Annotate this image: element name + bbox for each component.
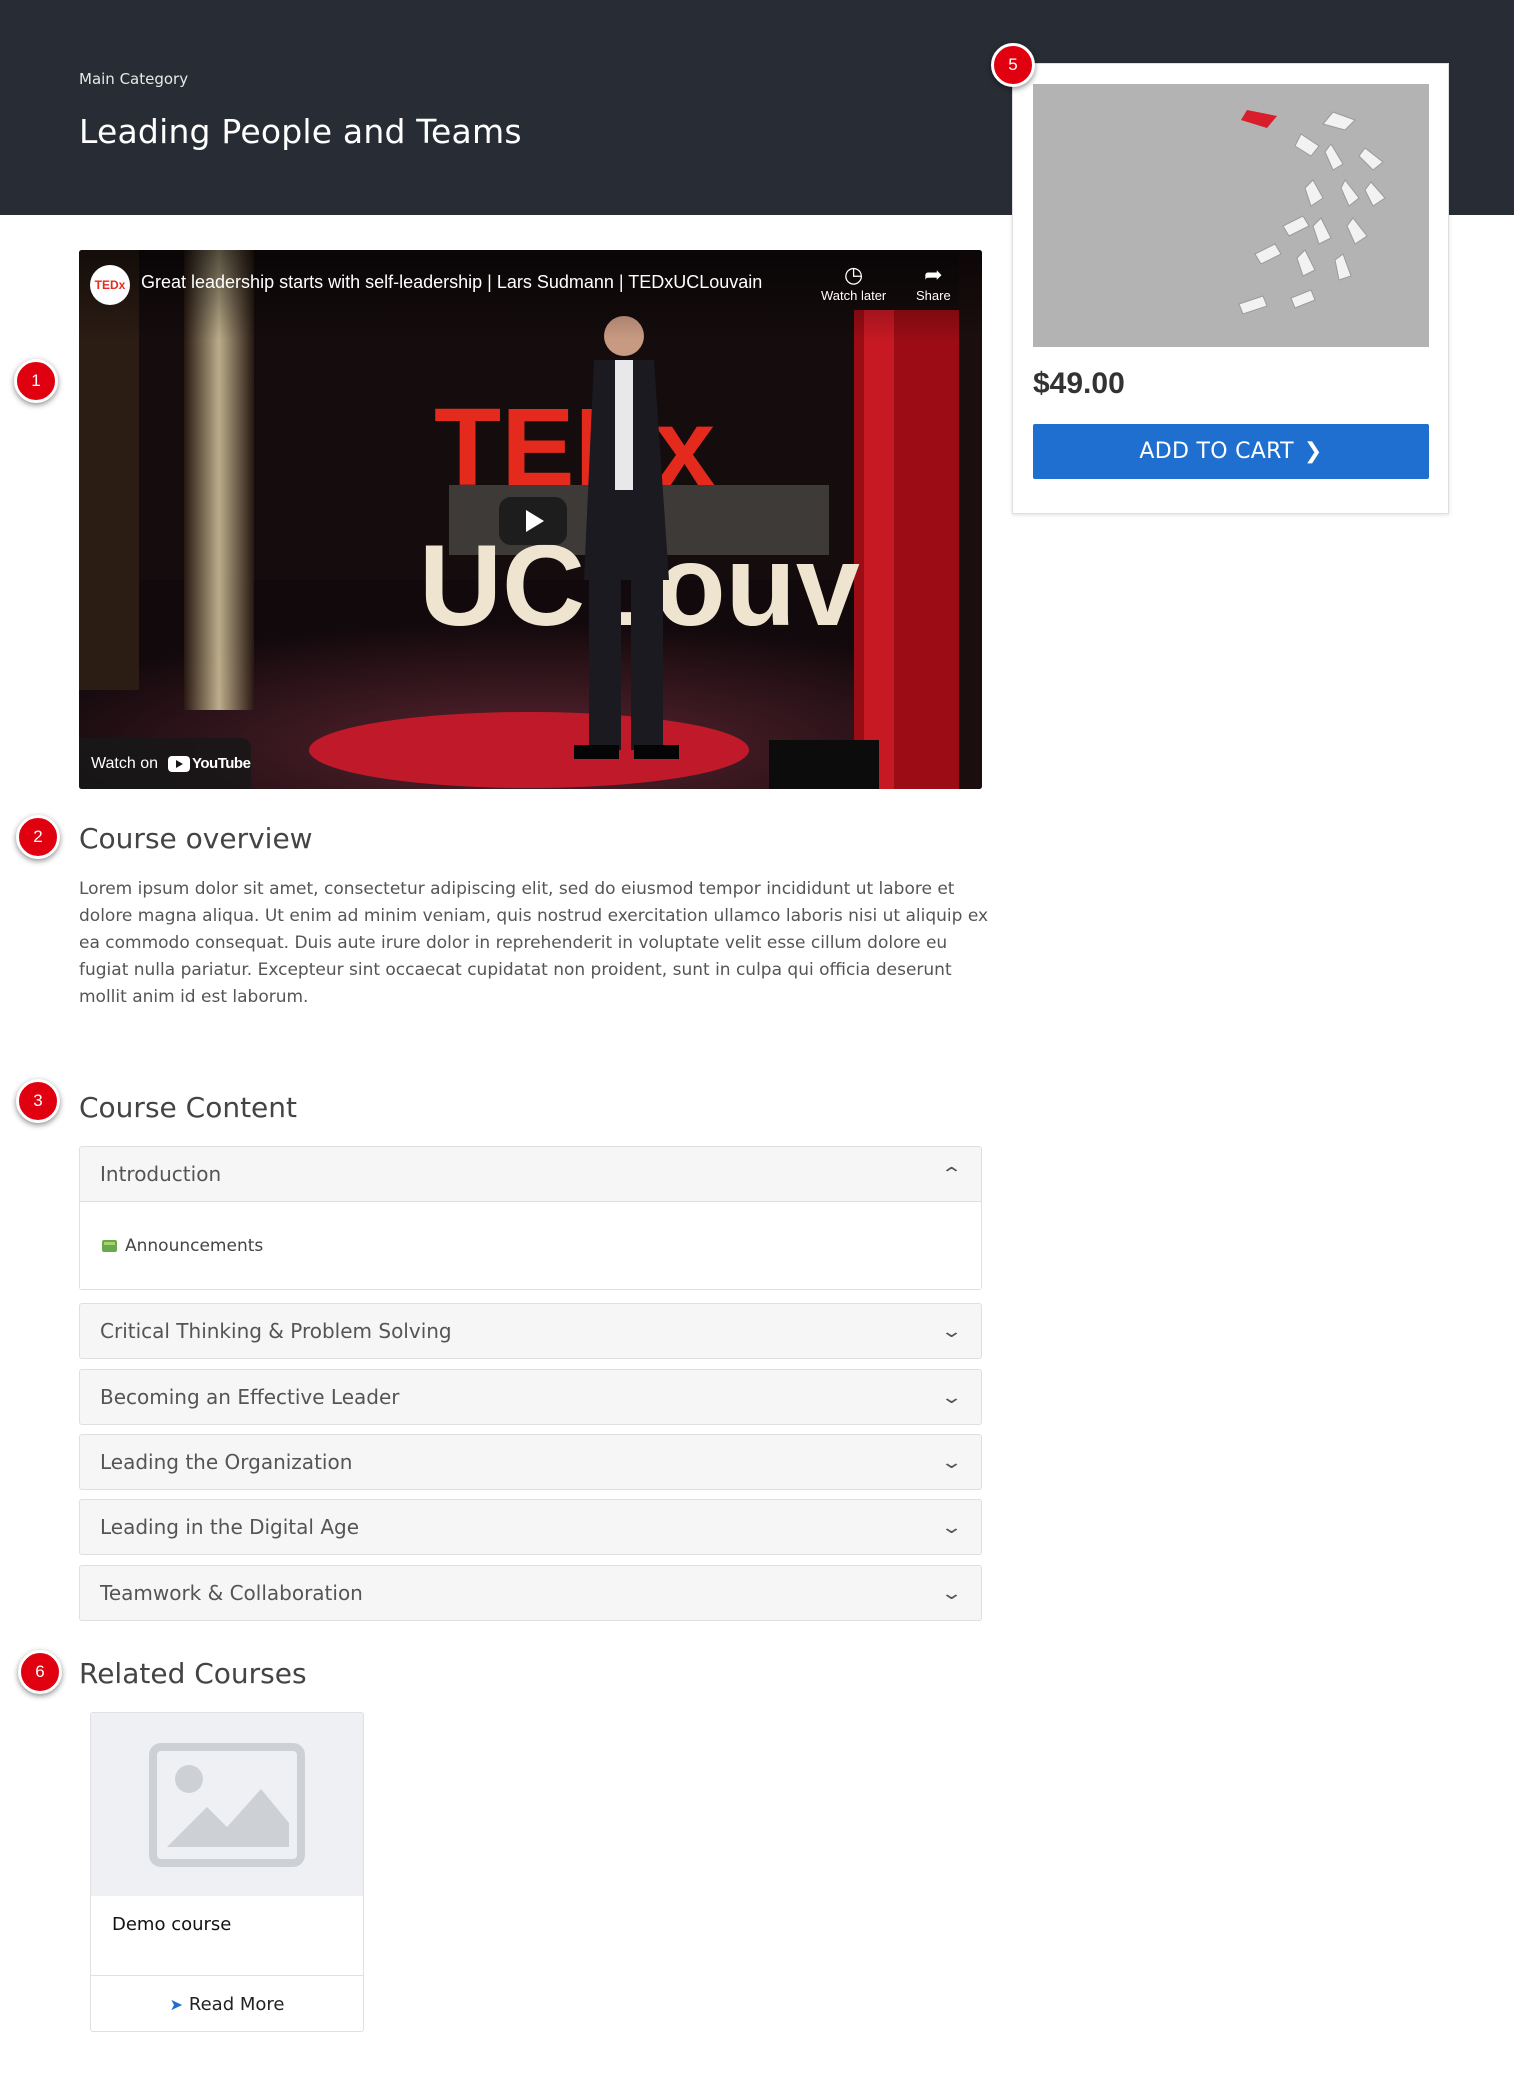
- play-button[interactable]: [499, 497, 567, 545]
- watch-on-youtube-link[interactable]: Watch on YouTube: [79, 738, 251, 789]
- step-marker-2: 2: [16, 815, 60, 859]
- section-title: Introduction: [100, 1162, 222, 1186]
- chevron-right-icon: ❯: [1303, 439, 1323, 464]
- page-title: Leading People and Teams: [79, 112, 522, 151]
- accordion-section-critical-thinking: Critical Thinking & Problem Solving ⌄: [79, 1303, 982, 1359]
- course-purchase-card: $49.00 ADD TO CART ❯: [1012, 63, 1449, 514]
- watch-on-label: Watch on: [91, 754, 158, 772]
- activity-link-announcements[interactable]: Announcements: [125, 1236, 263, 1256]
- related-course-card[interactable]: Demo course ➤ Read More: [90, 1712, 364, 2032]
- related-courses-heading: Related Courses: [79, 1657, 307, 1690]
- youtube-wordmark: YouTube: [192, 755, 251, 772]
- accordion-section-effective-leader: Becoming an Effective Leader ⌄: [79, 1369, 982, 1425]
- accordion-body: Announcements: [80, 1201, 981, 1289]
- image-placeholder-icon: [149, 1742, 305, 1867]
- course-thumbnail: [1033, 84, 1429, 347]
- read-more-link[interactable]: ➤ Read More: [91, 1975, 363, 2031]
- play-icon: [526, 510, 544, 532]
- course-content-heading: Course Content: [79, 1091, 298, 1124]
- accordion-section-leading-organization: Leading the Organization ⌄: [79, 1434, 982, 1490]
- youtube-logo: YouTube: [168, 755, 251, 772]
- step-marker-5: 5: [991, 43, 1035, 87]
- section-title: Critical Thinking & Problem Solving: [100, 1319, 452, 1343]
- accordion-header[interactable]: Leading the Organization ⌄: [80, 1435, 981, 1489]
- chevron-down-icon: ⌄: [940, 1320, 963, 1342]
- related-course-name[interactable]: Demo course: [112, 1914, 231, 1935]
- watch-later-button[interactable]: ◷ Watch later: [821, 262, 886, 303]
- stage-letters-top: TEDx: [434, 386, 715, 509]
- share-button[interactable]: ➦ Share: [916, 262, 951, 303]
- course-overview-text: Lorem ipsum dolor sit amet, consectetur …: [79, 879, 989, 1007]
- accordion-header[interactable]: Critical Thinking & Problem Solving ⌄: [80, 1304, 981, 1358]
- course-overview-heading: Course overview: [79, 822, 313, 855]
- video-title[interactable]: Great leadership starts with self-leader…: [141, 272, 762, 293]
- read-more-label: Read More: [188, 1994, 285, 2015]
- chevron-down-icon: ⌄: [940, 1386, 963, 1408]
- accordion-section-introduction: Introduction ⌃ Announcements: [79, 1146, 982, 1290]
- youtube-play-icon: [168, 755, 190, 772]
- share-icon: ➦: [924, 262, 943, 287]
- clock-icon: ◷: [844, 262, 864, 287]
- accordion-header[interactable]: Leading in the Digital Age ⌄: [80, 1500, 981, 1554]
- section-title: Becoming an Effective Leader: [100, 1385, 400, 1409]
- chevron-down-icon: ⌄: [940, 1582, 963, 1604]
- chevron-down-icon: ⌄: [940, 1516, 963, 1538]
- channel-avatar[interactable]: TEDx: [90, 265, 130, 305]
- accordion-section-teamwork: Teamwork & Collaboration ⌄: [79, 1565, 982, 1621]
- chevron-down-icon: ⌄: [940, 1451, 963, 1473]
- accordion-header[interactable]: Teamwork & Collaboration ⌄: [80, 1566, 981, 1620]
- breadcrumb-category[interactable]: Main Category: [79, 70, 188, 88]
- course-image-placeholder: [91, 1713, 363, 1896]
- add-to-cart-button[interactable]: ADD TO CART ❯: [1033, 424, 1429, 479]
- step-marker-1: 1: [14, 359, 58, 403]
- section-title: Teamwork & Collaboration: [100, 1581, 363, 1605]
- step-marker-6: 6: [18, 1650, 62, 1694]
- course-price: $49.00: [1033, 367, 1125, 400]
- accordion-header[interactable]: Becoming an Effective Leader ⌄: [80, 1370, 981, 1424]
- location-arrow-icon: ➤: [169, 1995, 183, 2014]
- forum-icon: [102, 1239, 117, 1252]
- accordion-header[interactable]: Introduction ⌃: [80, 1147, 981, 1201]
- watch-later-label: Watch later: [821, 288, 887, 303]
- chevron-up-icon: ⌃: [940, 1163, 963, 1185]
- share-label: Share: [916, 288, 951, 303]
- step-marker-3: 3: [16, 1079, 60, 1123]
- accordion-section-digital-age: Leading in the Digital Age ⌄: [79, 1499, 982, 1555]
- section-title: Leading in the Digital Age: [100, 1515, 360, 1539]
- section-title: Leading the Organization: [100, 1450, 353, 1474]
- add-to-cart-label: ADD TO CART: [1139, 439, 1294, 464]
- video-player[interactable]: TEDx UCLouv TEDx Great leadership starts…: [79, 250, 982, 789]
